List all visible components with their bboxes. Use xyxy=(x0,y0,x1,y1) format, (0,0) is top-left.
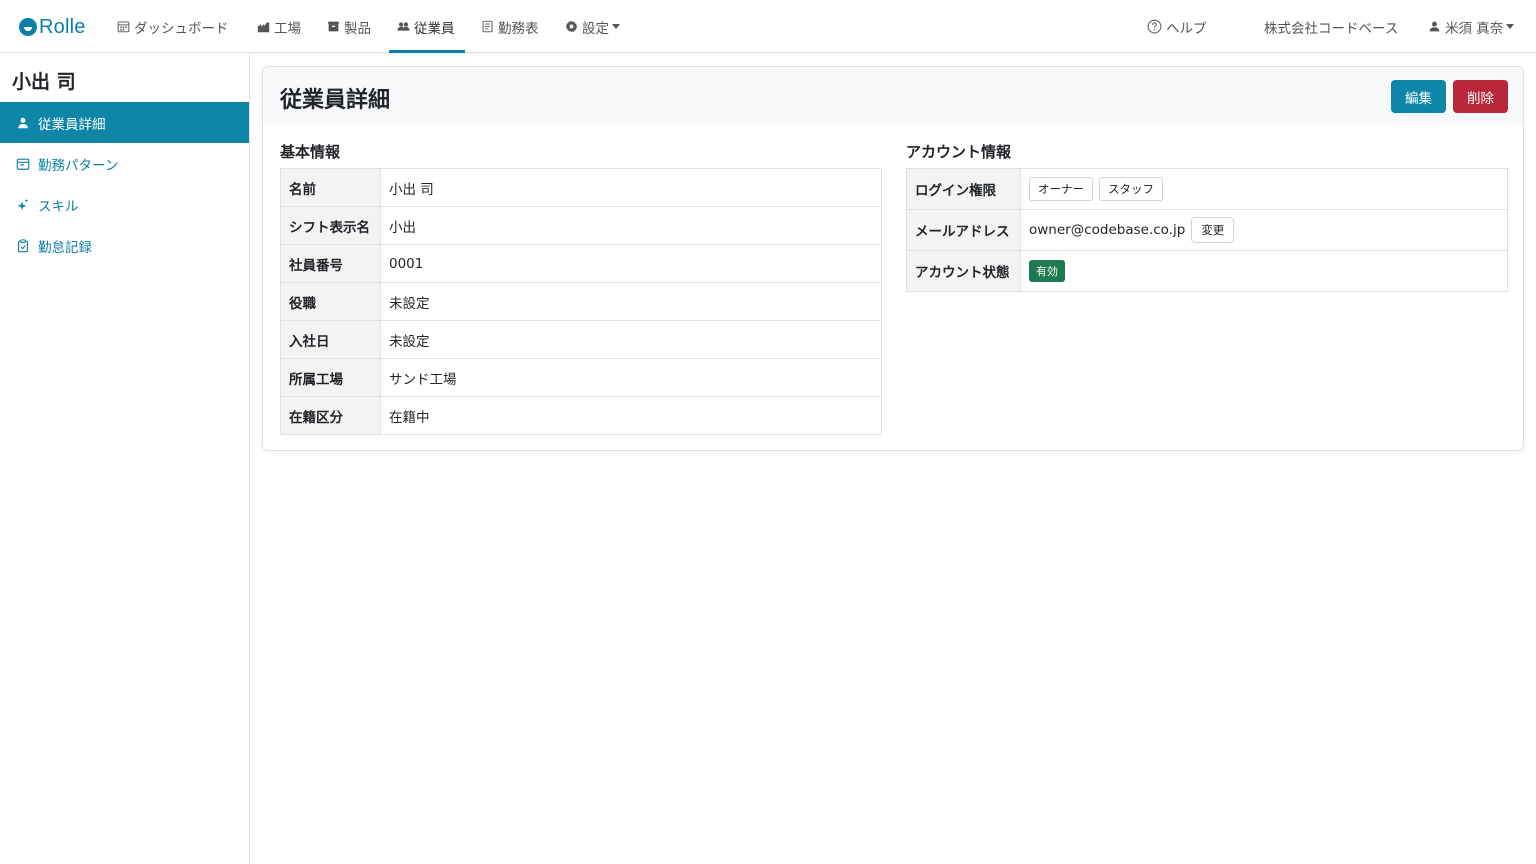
active-tab-indicator xyxy=(389,50,465,53)
field-label: 入社日 xyxy=(280,320,381,359)
field-label: 役職 xyxy=(280,282,381,321)
basic-info-title: 基本情報 xyxy=(280,143,341,161)
nav-factory-label: 工場 xyxy=(274,20,301,37)
sidebar-item-attendance[interactable]: 勤怠記録 xyxy=(0,225,249,266)
table-row: ログイン権限 オーナー スタッフ xyxy=(906,168,1508,210)
clipboard-icon xyxy=(16,238,30,253)
company-name: 株式会社コードベース xyxy=(1264,0,1398,53)
nav-employees[interactable]: 従業員 xyxy=(397,0,455,53)
nav-schedule[interactable]: 勤務表 xyxy=(481,0,539,53)
table-row: 社員番号 0001 xyxy=(280,244,882,283)
user-name: 米須 真奈 xyxy=(1445,20,1504,37)
top-navbar: Rolle ダッシュボード 工場 製品 従業員 勤務表 設定 ヘルプ 株式会社コ… xyxy=(0,0,1536,53)
field-value: 在籍中 xyxy=(380,396,882,435)
field-label: 名前 xyxy=(280,168,381,207)
nav-dashboard[interactable]: ダッシュボード xyxy=(117,0,229,53)
basic-info-table: 名前 小出 司 シフト表示名 小出 社員番号 0001 役職 未設定 入社日 未… xyxy=(280,168,882,435)
table-row: 所属工場 サンド工場 xyxy=(280,358,882,397)
card-header: 従業員詳細 編集 削除 xyxy=(263,67,1523,125)
status-badge: 有効 xyxy=(1029,260,1065,282)
login-roles: オーナー スタッフ xyxy=(1020,168,1508,210)
email-cell: owner@codebase.co.jp 変更 xyxy=(1020,209,1508,251)
table-row: アカウント状態 有効 xyxy=(906,250,1508,292)
box-icon xyxy=(327,20,340,33)
chevron-down-icon xyxy=(1506,24,1515,29)
change-email-button[interactable]: 変更 xyxy=(1191,217,1235,243)
company-label: 株式会社コードベース xyxy=(1264,20,1399,37)
people-icon xyxy=(397,20,410,33)
gear-icon xyxy=(565,20,578,33)
table-row: メールアドレス owner@codebase.co.jp 変更 xyxy=(906,209,1508,251)
nav-dashboard-label: ダッシュボード xyxy=(134,20,229,37)
page-title: 従業員詳細 xyxy=(280,88,391,113)
field-value: 小出 xyxy=(380,206,882,245)
document-icon xyxy=(481,20,494,33)
field-label: 所属工場 xyxy=(280,358,381,397)
nav-employees-label: 従業員 xyxy=(414,20,455,37)
account-info-title: アカウント情報 xyxy=(906,143,1012,161)
sidebar-item-employee-detail[interactable]: 従業員詳細 xyxy=(0,102,249,143)
person-icon xyxy=(1428,20,1441,33)
calendar-icon xyxy=(16,157,30,171)
calendar-icon xyxy=(117,20,130,33)
sidebar-item-label: 勤怠記録 xyxy=(38,239,92,256)
nav-factory[interactable]: 工場 xyxy=(257,0,301,53)
sidebar-item-label: 従業員詳細 xyxy=(38,116,106,133)
sidebar-item-label: 勤務パターン xyxy=(38,157,119,174)
role-tag-owner: オーナー xyxy=(1029,177,1093,201)
account-info-table: ログイン権限 オーナー スタッフ メールアドレス owner@codebase.c… xyxy=(906,168,1508,292)
field-value: 小出 司 xyxy=(380,168,882,207)
logo-icon xyxy=(19,18,37,36)
field-label: シフト表示名 xyxy=(280,206,381,245)
nav-schedule-label: 勤務表 xyxy=(498,20,539,37)
delete-button[interactable]: 削除 xyxy=(1453,80,1508,113)
field-value: 未設定 xyxy=(380,282,882,321)
table-row: 入社日 未設定 xyxy=(280,320,882,359)
table-row: 名前 小出 司 xyxy=(280,168,882,207)
help-icon xyxy=(1147,19,1162,34)
sidebar-item-skills[interactable]: スキル xyxy=(0,184,249,225)
nav-products[interactable]: 製品 xyxy=(327,0,371,53)
field-label: アカウント状態 xyxy=(906,250,1021,292)
nav-products-label: 製品 xyxy=(344,20,371,37)
sidebar-item-label: スキル xyxy=(38,198,79,215)
chevron-down-icon xyxy=(612,24,620,29)
role-tag-staff: スタッフ xyxy=(1099,177,1163,201)
brand-name: Rolle xyxy=(39,15,86,38)
employee-detail-card: 従業員詳細 編集 削除 基本情報 名前 小出 司 シフト表示名 小出 社員番号 … xyxy=(262,66,1524,451)
table-row: シフト表示名 小出 xyxy=(280,206,882,245)
field-label: 在籍区分 xyxy=(280,396,381,435)
nav-settings-label: 設定 xyxy=(582,20,609,37)
nav-help-label: ヘルプ xyxy=(1166,20,1207,37)
field-value: サンド工場 xyxy=(380,358,882,397)
field-value: 0001 xyxy=(380,244,882,283)
field-value: 未設定 xyxy=(380,320,882,359)
user-menu[interactable]: 米須 真奈 xyxy=(1428,0,1515,53)
status-cell: 有効 xyxy=(1020,250,1508,292)
field-label: ログイン権限 xyxy=(906,168,1021,210)
brand-logo[interactable]: Rolle xyxy=(19,12,86,42)
email-value: owner@codebase.co.jp xyxy=(1029,222,1186,238)
nav-settings[interactable]: 設定 xyxy=(565,0,620,53)
sidebar: 小出 司 従業員詳細 勤務パターン スキル 勤怠記録 xyxy=(0,53,250,864)
field-label: メールアドレス xyxy=(906,209,1021,251)
field-label: 社員番号 xyxy=(280,244,381,283)
sparkle-icon xyxy=(16,198,30,212)
table-row: 在籍区分 在籍中 xyxy=(280,396,882,435)
sidebar-item-work-pattern[interactable]: 勤務パターン xyxy=(0,143,249,184)
table-row: 役職 未設定 xyxy=(280,282,882,321)
sidebar-title: 小出 司 xyxy=(12,71,76,93)
person-icon xyxy=(16,116,30,130)
edit-button[interactable]: 編集 xyxy=(1391,80,1446,113)
nav-help[interactable]: ヘルプ xyxy=(1147,0,1207,53)
factory-icon xyxy=(257,20,270,33)
